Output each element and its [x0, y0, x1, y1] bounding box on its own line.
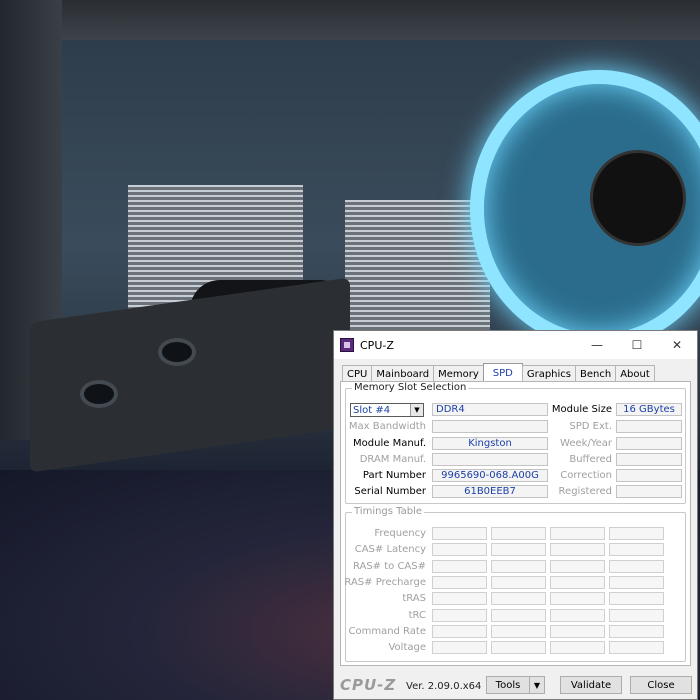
maximize-icon[interactable]: ☐	[617, 331, 657, 359]
heatsink-right	[345, 200, 490, 330]
close-icon[interactable]: ✕	[657, 331, 697, 359]
timing-row-label: tRC	[408, 609, 426, 621]
timing-cell	[609, 624, 664, 638]
timing-cell	[432, 543, 487, 557]
buffered-label: Buffered	[569, 454, 612, 465]
timing-row-label: tRAS	[402, 593, 426, 605]
spd-panel: Memory Slot Selection Slot #4 ▼ DDR4 Mod…	[340, 381, 691, 666]
memory-slot-group: Memory Slot Selection Slot #4 ▼ DDR4 Mod…	[345, 382, 686, 504]
timing-cell	[550, 575, 605, 589]
timing-cell	[550, 543, 605, 557]
slot-select[interactable]: Slot #4 ▼	[350, 403, 424, 417]
timing-cell	[432, 559, 487, 573]
timing-cell	[491, 543, 546, 557]
timing-cell	[609, 592, 664, 606]
timing-cell	[491, 608, 546, 622]
chevron-down-icon[interactable]: ▼	[410, 404, 423, 416]
cpuz-brand-logo: CPU-Z	[340, 676, 397, 694]
tab-spd[interactable]: SPD	[482, 363, 523, 382]
timing-cell	[432, 575, 487, 589]
timing-row-label: Frequency	[374, 528, 426, 539]
slot-select-value: Slot #4	[353, 404, 391, 416]
timing-cell	[491, 527, 546, 540]
timing-row-label: RAS# to CAS#	[352, 560, 426, 572]
timing-cell	[609, 527, 664, 540]
timing-cell	[432, 624, 487, 638]
timing-row-label: RAS# Precharge	[344, 576, 426, 588]
cpuz-app-icon	[340, 338, 354, 352]
timing-cell	[550, 527, 605, 540]
footer-bar: CPU-Z Ver. 2.09.0.x64 Tools ▼ Validate C…	[334, 671, 697, 699]
bracket-hole	[80, 380, 118, 408]
timing-cell	[550, 592, 605, 606]
timing-cell	[491, 559, 546, 573]
chevron-down-icon[interactable]: ▼	[529, 676, 545, 694]
timing-cell	[491, 575, 546, 589]
memory-type-field: DDR4	[432, 403, 548, 416]
title-bar[interactable]: CPU-Z — ☐ ✕	[334, 331, 697, 359]
timings-group: Timings Table Frequency CAS# Latency RAS# …	[344, 506, 686, 662]
module-manuf-field: Kingston	[432, 437, 548, 450]
timing-cell	[432, 527, 487, 540]
timing-cell	[609, 608, 664, 622]
timing-cell	[550, 608, 605, 622]
timing-cell	[550, 624, 605, 638]
timing-row-label: CAS# Latency	[354, 544, 426, 556]
mount-bracket	[30, 277, 350, 473]
part-number-label: Part Number	[362, 470, 426, 481]
timing-cell	[609, 575, 664, 589]
module-manuf-label: Module Manuf.	[353, 438, 426, 449]
fan-hub	[590, 150, 686, 246]
bracket-hole	[158, 338, 196, 366]
tab-bench[interactable]: Bench	[575, 365, 617, 382]
timing-cell	[491, 624, 546, 638]
timings-group-label: Timings Table	[352, 506, 425, 517]
cpuz-window: CPU-Z — ☐ ✕ CPU Mainboard Memory SPD Gra…	[333, 330, 698, 700]
memory-slot-group-label: Memory Slot Selection	[352, 382, 469, 393]
version-text: Ver. 2.09.0.x64	[406, 681, 482, 692]
module-size-field: 16 GBytes	[616, 403, 682, 416]
timing-row-label: Voltage	[388, 642, 426, 654]
timing-cell	[432, 592, 487, 606]
timing-row-label: Command Rate	[348, 625, 426, 637]
timing-cell	[432, 641, 487, 655]
timing-cell	[491, 592, 546, 606]
tab-about[interactable]: About	[615, 365, 655, 382]
part-number-field: 9965690-068.A00G	[432, 469, 548, 482]
case-top-panel	[60, 0, 700, 40]
tab-memory[interactable]: Memory	[433, 365, 484, 382]
minimize-icon[interactable]: —	[577, 331, 617, 359]
dram-manuf-label: DRAM Manuf.	[359, 454, 426, 465]
tab-mainboard[interactable]: Mainboard	[371, 365, 435, 382]
serial-number-label: Serial Number	[354, 486, 426, 497]
close-button[interactable]: Close	[630, 676, 692, 694]
dram-manuf-field	[432, 453, 548, 466]
timing-cell	[609, 543, 664, 557]
spd-ext-label: SPD Ext.	[569, 421, 612, 432]
timing-cell	[491, 641, 546, 655]
tab-graphics[interactable]: Graphics	[521, 365, 577, 382]
max-bandwidth-field	[432, 420, 548, 433]
tools-button[interactable]: Tools	[486, 676, 530, 694]
timing-cell	[609, 559, 664, 573]
correction-label: Correction	[560, 470, 612, 481]
spd-ext-field	[616, 420, 682, 433]
validate-button[interactable]: Validate	[560, 676, 622, 694]
week-year-field	[616, 437, 682, 450]
registered-label: Registered	[558, 486, 612, 497]
timing-cell	[609, 641, 664, 655]
serial-number-field: 61B0EEB7	[432, 485, 548, 498]
registered-field	[616, 485, 682, 498]
module-size-label: Module Size	[551, 404, 612, 415]
timing-cell	[432, 608, 487, 622]
max-bandwidth-label: Max Bandwidth	[348, 421, 426, 432]
timing-cell	[550, 641, 605, 655]
correction-field	[616, 469, 682, 482]
window-title: CPU-Z	[360, 338, 394, 352]
tab-cpu[interactable]: CPU	[342, 365, 373, 382]
buffered-field	[616, 453, 682, 466]
tab-bar: CPU Mainboard Memory SPD Graphics Bench …	[342, 363, 655, 382]
timing-cell	[550, 559, 605, 573]
week-year-label: Week/Year	[560, 438, 612, 449]
